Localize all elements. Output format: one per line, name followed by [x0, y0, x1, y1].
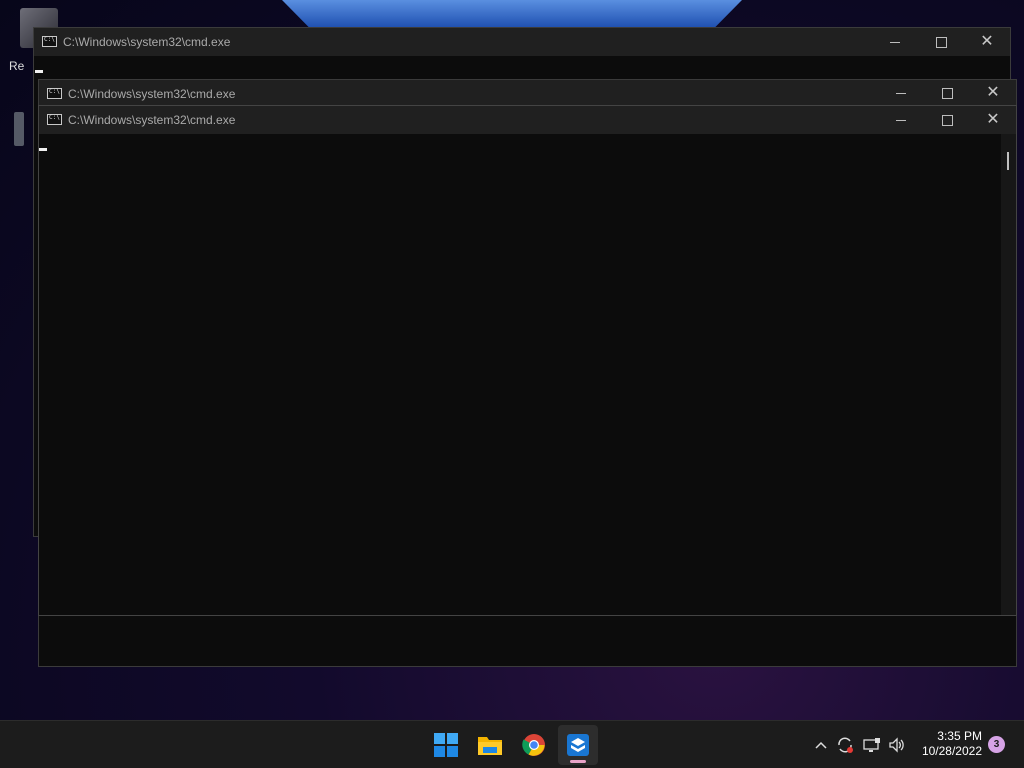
minimize-button[interactable] [878, 80, 924, 106]
active-indicator [570, 760, 586, 763]
maximize-icon [935, 36, 947, 48]
window-titlebar[interactable]: C:\Windows\system32\cmd.exe ✕ [39, 106, 1016, 134]
recycle-bin-label[interactable]: Re [9, 59, 24, 73]
text-cursor [39, 148, 47, 151]
folder-icon [478, 737, 502, 755]
window-title: C:\Windows\system32\cmd.exe [63, 35, 231, 49]
minimize-icon [896, 119, 906, 121]
cmd-icon [47, 88, 62, 99]
scroll-thumb[interactable] [1007, 152, 1009, 170]
volume-button[interactable] [887, 735, 907, 755]
clock-time: 3:35 PM [937, 729, 982, 743]
vertical-scrollbar[interactable] [1001, 134, 1016, 615]
sandbox-app-icon [567, 734, 589, 756]
minimize-button[interactable] [878, 106, 924, 134]
close-button[interactable]: ✕ [964, 28, 1010, 56]
windows-logo-icon [434, 733, 458, 757]
desktop-item-icon[interactable] [14, 112, 24, 146]
start-button[interactable] [426, 725, 466, 765]
maximize-button[interactable] [924, 106, 970, 134]
close-icon: ✕ [980, 33, 994, 50]
network-button[interactable] [862, 735, 882, 755]
cmd-window-3[interactable]: C:\Windows\system32\cmd.exe ✕ [38, 105, 1017, 616]
chrome-icon [522, 734, 545, 756]
window-titlebar[interactable]: C:\Windows\system32\cmd.exe ✕ [39, 80, 1016, 106]
close-icon: ✕ [986, 111, 1000, 128]
text-cursor [35, 70, 43, 73]
file-explorer-button[interactable] [470, 725, 510, 765]
show-hidden-icons-button[interactable] [811, 735, 831, 755]
sync-status-button[interactable] [835, 735, 855, 755]
notification-badge[interactable]: 3 [988, 736, 1005, 753]
minimize-icon [890, 41, 900, 43]
maximize-button[interactable] [918, 28, 964, 56]
sync-icon [838, 737, 853, 753]
chrome-button[interactable] [514, 725, 554, 765]
clock[interactable]: 3:35 PM 10/28/2022 [922, 729, 982, 759]
clock-date: 10/28/2022 [921, 744, 982, 758]
cmd-icon [42, 36, 57, 47]
chevron-up-icon [815, 741, 827, 749]
volume-icon [889, 737, 904, 753]
maximize-button[interactable] [924, 80, 970, 106]
window-title: C:\Windows\system32\cmd.exe [68, 87, 236, 101]
minimize-button[interactable] [872, 28, 918, 56]
maximize-icon [941, 114, 953, 126]
minimize-icon [896, 92, 906, 94]
close-button[interactable]: ✕ [970, 80, 1016, 106]
window-titlebar[interactable]: C:\Windows\system32\cmd.exe ✕ [34, 28, 1010, 56]
wallpaper-shape [282, 0, 742, 28]
app-button[interactable] [558, 725, 598, 765]
maximize-icon [941, 87, 953, 99]
taskbar: 3:35 PM 10/28/2022 3 [0, 720, 1024, 768]
window-title: C:\Windows\system32\cmd.exe [68, 113, 236, 127]
close-icon: ✕ [986, 84, 1000, 101]
cmd-icon [47, 114, 62, 125]
network-icon [863, 738, 880, 752]
close-button[interactable]: ✕ [970, 106, 1016, 134]
